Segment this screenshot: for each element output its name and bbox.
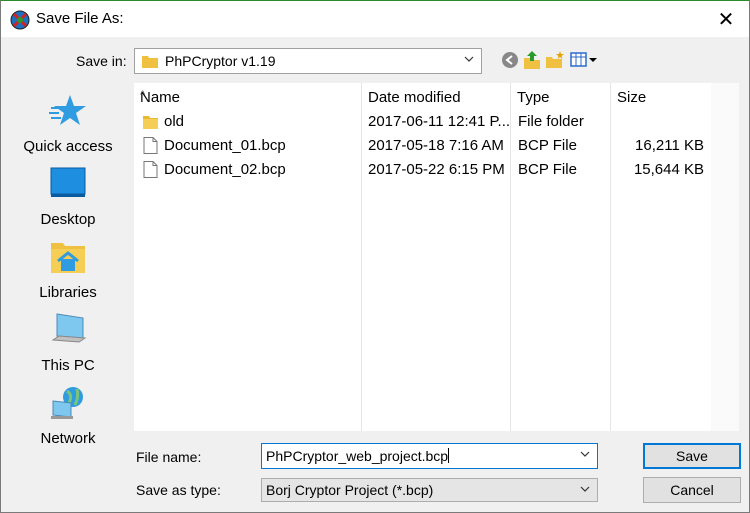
save-in-dropdown[interactable]: PhPCryptor v1.19: [134, 48, 482, 74]
place-label: Desktop: [40, 211, 96, 228]
text-caret: [448, 448, 450, 463]
column-header-date[interactable]: Date modified: [362, 83, 510, 109]
file-icon: [143, 161, 158, 178]
save-file-dialog: Save File As: ✕ Save in: PhPCryptor v1.1…: [0, 0, 750, 513]
place-libraries[interactable]: Libraries: [9, 239, 127, 309]
column-header-label: Size: [617, 89, 647, 106]
place-network[interactable]: Network: [9, 385, 127, 455]
network-icon: [51, 387, 83, 419]
window-title: Save File As:: [36, 10, 124, 27]
view-menu-icon[interactable]: [569, 49, 599, 71]
chevron-down-icon: [580, 486, 590, 492]
close-icon: ✕: [717, 8, 735, 31]
cancel-button[interactable]: Cancel: [643, 477, 741, 503]
file-row[interactable]: old 2017-06-11 12:41 P... File folder: [134, 109, 712, 133]
column-header-label: Name: [140, 89, 181, 106]
save-as-type-value: Borj Cryptor Project (*.bcp): [266, 482, 434, 498]
file-size: 15,644 KB: [633, 161, 704, 178]
file-name: old: [164, 113, 185, 130]
column-header-label: Type: [517, 89, 550, 106]
place-label: Quick access: [23, 138, 113, 155]
column-header-size[interactable]: Size: [611, 83, 711, 109]
file-name-label: File name:: [136, 449, 202, 465]
save-in-value: PhPCryptor v1.19: [165, 53, 276, 69]
libraries-icon: [51, 243, 85, 273]
star-icon: [49, 95, 86, 125]
file-date: 2017-05-22 6:15 PM: [368, 161, 505, 178]
chevron-down-icon[interactable]: [579, 448, 591, 460]
save-as-type-dropdown[interactable]: Borj Cryptor Project (*.bcp): [261, 478, 598, 502]
sort-ascending-icon: ^: [140, 89, 146, 101]
new-folder-icon[interactable]: [544, 49, 566, 71]
save-as-type-label: Save as type:: [136, 482, 221, 498]
place-this-pc[interactable]: This PC: [9, 312, 127, 382]
file-icon: [143, 137, 158, 154]
file-name-input[interactable]: PhPCryptor_web_project.bcp: [261, 443, 598, 469]
folder-icon: [143, 116, 158, 129]
close-button[interactable]: ✕: [703, 1, 749, 37]
computer-icon: [51, 313, 87, 343]
save-in-label: Save in:: [76, 53, 127, 69]
folder-icon: [142, 56, 158, 68]
file-date: 2017-06-11 12:41 P...: [368, 113, 511, 130]
vertical-scrollbar[interactable]: [711, 83, 739, 431]
place-label: This PC: [41, 357, 95, 374]
file-type: File folder: [518, 113, 584, 130]
file-size: 16,211 KB: [635, 137, 704, 154]
back-icon[interactable]: [499, 49, 521, 71]
desktop-icon: [50, 167, 86, 197]
file-row[interactable]: Document_02.bcp 2017-05-22 6:15 PM BCP F…: [134, 157, 712, 181]
place-label: Network: [40, 430, 96, 447]
column-header-name[interactable]: Name ^: [134, 83, 361, 109]
place-label: Libraries: [39, 284, 97, 301]
file-name: Document_02.bcp: [164, 161, 286, 178]
file-type: BCP File: [518, 161, 577, 178]
place-desktop[interactable]: Desktop: [9, 166, 127, 236]
column-header-type[interactable]: Type: [511, 83, 610, 109]
file-name-value: PhPCryptor_web_project.bcp: [266, 448, 449, 464]
title-bar: Save File As: ✕: [1, 1, 749, 37]
column-header-label: Date modified: [368, 89, 461, 106]
file-list[interactable]: Name ^ Date modified Type Size old 2017-…: [134, 83, 739, 431]
save-button[interactable]: Save: [643, 443, 741, 469]
places-bar: Quick access Desktop Libraries This PC N…: [9, 83, 127, 457]
file-name: Document_01.bcp: [164, 137, 286, 154]
app-logo-icon: [10, 10, 30, 30]
chevron-down-icon: [464, 56, 474, 62]
up-folder-icon[interactable]: [521, 49, 543, 71]
file-date: 2017-05-18 7:16 AM: [368, 137, 504, 154]
file-row[interactable]: Document_01.bcp 2017-05-18 7:16 AM BCP F…: [134, 133, 712, 157]
place-quick-access[interactable]: Quick access: [9, 93, 127, 163]
file-type: BCP File: [518, 137, 577, 154]
